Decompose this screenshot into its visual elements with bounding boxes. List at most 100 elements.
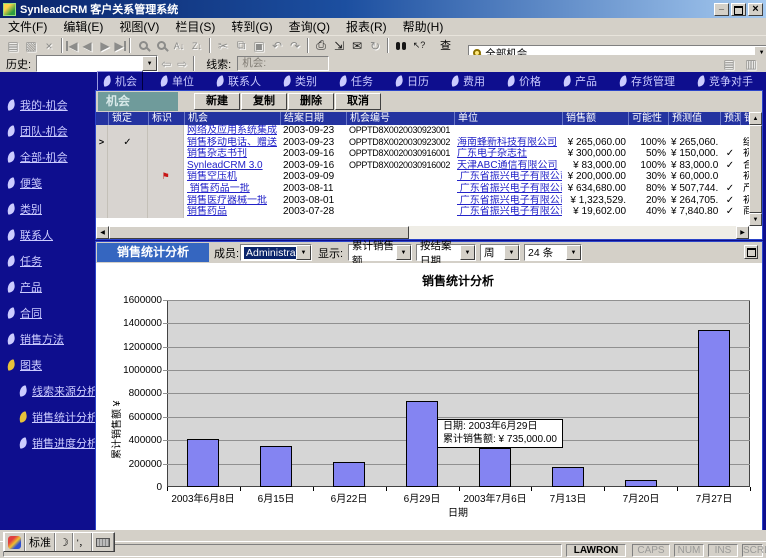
ime-punctuation-icon[interactable]: '， xyxy=(73,533,92,551)
sidebar-item[interactable]: 销售进度分析 xyxy=(0,430,95,456)
table-row[interactable]: 销售杂志书刊2003-09-16OPPTD8X0020030916001广东电子… xyxy=(96,148,762,160)
menu-item[interactable]: 编辑(E) xyxy=(55,16,111,37)
export-icon[interactable]: ⇲ xyxy=(330,38,348,54)
sidebar-item[interactable]: 销售方法 xyxy=(0,326,95,352)
chevron-down-icon[interactable] xyxy=(396,245,411,260)
bar-7月20日[interactable] xyxy=(625,480,657,487)
group-by-combo[interactable]: 按结案日期 xyxy=(416,244,476,261)
redo-icon[interactable]: ↷ xyxy=(286,38,304,54)
grid-view-icon[interactable]: ▥ xyxy=(742,56,760,72)
table-row[interactable]: 销售药品2003-07-28 广东省振兴电子有限公司¥ 19,602.0040%… xyxy=(96,206,762,218)
column-header[interactable]: 预测值 xyxy=(668,112,720,125)
table-row[interactable]: SynleadCRM 3.02003-09-16OPPTD8X002003091… xyxy=(96,160,762,172)
maximize-chart-icon[interactable] xyxy=(744,245,758,259)
menu-item[interactable]: 帮助(H) xyxy=(395,16,452,37)
unit-link[interactable]: 海南蜂新科技有限公司 xyxy=(457,137,557,148)
opportunity-link[interactable]: 网络及应用系统集成 xyxy=(187,125,277,136)
forward-arrow-icon[interactable]: ⇨ xyxy=(177,57,187,71)
column-header[interactable]: 销售额 xyxy=(562,112,628,125)
sidebar-item[interactable]: 全部-机会 xyxy=(0,144,95,170)
bar-6月22日[interactable] xyxy=(333,462,365,487)
tab-1[interactable]: 机会 xyxy=(97,71,143,91)
tab-4[interactable]: 类别 xyxy=(278,72,322,90)
cut-icon[interactable]: ✂ xyxy=(214,38,232,54)
tab-9[interactable]: 产品 xyxy=(558,72,602,90)
new-record-icon[interactable]: ▤ xyxy=(4,38,22,54)
menu-item[interactable]: 视图(V) xyxy=(111,16,167,37)
column-header[interactable]: 可能性 xyxy=(628,112,668,125)
zoom-icon[interactable] xyxy=(134,38,152,54)
menu-item[interactable]: 文件(F) xyxy=(0,16,55,37)
back-arrow-icon[interactable]: ⇦ xyxy=(161,57,171,71)
chevron-down-icon[interactable] xyxy=(504,245,519,260)
sidebar-item[interactable]: 线索来源分析 xyxy=(0,378,95,404)
edit-record-icon[interactable]: ▧ xyxy=(22,38,40,54)
ime-fullwidth-icon[interactable]: ☽ xyxy=(55,533,73,551)
bar-6月29日[interactable] xyxy=(406,401,438,487)
find-icon[interactable] xyxy=(392,38,410,54)
menu-item[interactable]: 报表(R) xyxy=(338,16,395,37)
bar-6月15日[interactable] xyxy=(260,446,292,487)
context-help-icon[interactable]: ↖? xyxy=(410,38,428,54)
form-view-icon[interactable]: ▤ xyxy=(720,56,738,72)
last-record-icon[interactable]: ▶ xyxy=(114,41,126,51)
menu-item[interactable]: 栏目(S) xyxy=(167,16,223,37)
chevron-down-icon[interactable] xyxy=(566,245,581,260)
prev-record-icon[interactable]: ◀ xyxy=(78,38,96,54)
opportunity-link[interactable]: SynleadCRM 3.0 xyxy=(187,160,263,171)
menu-item[interactable]: 转到(G) xyxy=(223,16,280,37)
refresh-icon[interactable]: ↻ xyxy=(366,38,384,54)
sidebar-item[interactable]: 任务 xyxy=(0,248,95,274)
table-row[interactable]: ⚑销售空压机2003-09-09 广东省振兴电子有限公司¥ 200,000.00… xyxy=(96,171,762,183)
scroll-right-icon[interactable]: ▶ xyxy=(736,226,749,239)
unit-link[interactable]: 广东省振兴电子有限公司 xyxy=(457,206,562,217)
next-record-icon[interactable]: ▶ xyxy=(96,38,114,54)
sidebar-item[interactable]: 便笺 xyxy=(0,170,95,196)
sort-desc-icon[interactable]: Z↓ xyxy=(188,38,206,54)
sidebar-item[interactable]: 类别 xyxy=(0,196,95,222)
unit-link[interactable]: 广东省振兴电子有限公司 xyxy=(457,195,562,206)
opportunity-link[interactable]: 销售药品 xyxy=(187,206,227,217)
unit-link[interactable]: 天津ABC通信有限公司 xyxy=(457,160,558,171)
scroll-left-icon[interactable]: ◀ xyxy=(96,226,109,239)
ime-softkeyboard-icon[interactable] xyxy=(92,533,114,551)
tab-7[interactable]: 费用 xyxy=(446,72,490,90)
menu-item[interactable]: 查询(Q) xyxy=(281,16,338,37)
tab-3[interactable]: 联系人 xyxy=(211,72,266,90)
opportunity-link[interactable]: 销售移动电话、赠送 xyxy=(187,137,277,148)
column-header[interactable]: 单位 xyxy=(454,112,562,125)
ime-language-icon[interactable] xyxy=(4,533,25,551)
column-header[interactable]: 结案日期 xyxy=(280,112,346,125)
ime-mode-label[interactable]: 标准 xyxy=(25,533,55,551)
new-button[interactable]: 新建 xyxy=(194,93,240,110)
delete-button[interactable]: 删除 xyxy=(288,93,334,110)
tab-5[interactable]: 任务 xyxy=(334,72,378,90)
period-combo[interactable]: 周 xyxy=(480,244,520,261)
delete-record-icon[interactable]: × xyxy=(40,38,58,54)
tab-2[interactable]: 单位 xyxy=(155,72,199,90)
opportunity-link[interactable]: 销售空压机 xyxy=(187,171,237,182)
scroll-up-icon[interactable]: ▲ xyxy=(749,112,762,125)
column-header[interactable]: 机会 xyxy=(184,112,280,125)
table-row[interactable]: 网络及应用系统集成2003-09-23OPPTD8X0020030923001 xyxy=(96,125,762,137)
print-icon[interactable]: ⎙ xyxy=(312,38,330,54)
sort-asc-icon[interactable]: A↓ xyxy=(170,38,188,54)
tab-11[interactable]: 竞争对手 xyxy=(692,72,758,90)
history-combo[interactable] xyxy=(36,55,158,72)
sidebar-item-active[interactable]: 销售统计分析 xyxy=(0,404,95,430)
display-combo[interactable]: 累计销售额 xyxy=(348,244,412,261)
sidebar-item[interactable]: 产品 xyxy=(0,274,95,300)
sidebar-item[interactable]: 团队-机会 xyxy=(0,118,95,144)
chevron-down-icon[interactable] xyxy=(296,245,311,260)
zoom-area-icon[interactable] xyxy=(152,38,170,54)
sidebar-item[interactable]: 联系人 xyxy=(0,222,95,248)
column-header[interactable]: 标识 xyxy=(148,112,184,125)
scrollbar-thumb[interactable] xyxy=(749,125,762,213)
opportunity-link[interactable]: 销售药品一批 xyxy=(187,183,250,194)
first-record-icon[interactable]: ◀ xyxy=(66,41,78,51)
table-row[interactable]: 销售医疗器械一批2003-08-01 广东省振兴电子有限公司¥ 1,323,52… xyxy=(96,195,762,207)
column-header[interactable]: 预测 xyxy=(720,112,740,125)
copy-icon[interactable]: ⧉ xyxy=(232,38,250,54)
paste-icon[interactable]: ▣ xyxy=(250,38,268,54)
unit-link[interactable]: 广东省振兴电子有限公司 xyxy=(457,183,562,194)
